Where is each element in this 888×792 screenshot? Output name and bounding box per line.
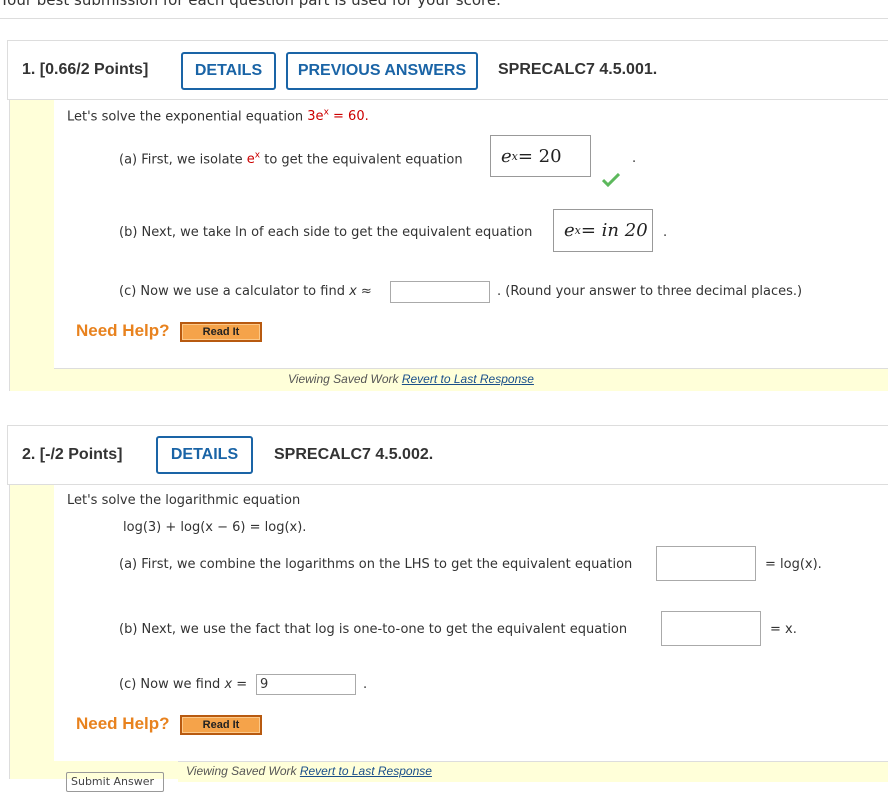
saved-work-note: Viewing Saved Work Revert to Last Respon… [186,764,432,778]
submit-answer-button[interactable]: Submit Answer [66,772,164,792]
check-icon [602,173,620,187]
equation: 3ex = 60. [307,108,369,125]
question-number: 1. [22,61,36,78]
details-button[interactable]: DETAILS [156,436,253,474]
part-a-text: (a) First, we combine the logarithms on … [119,557,633,572]
question-1-header: 1. [0.66/2 Points] DETAILS PREVIOUS ANSW… [7,40,888,100]
part-b-text: (b) Next, we use the fact that log is on… [119,622,628,637]
revert-link[interactable]: Revert to Last Response [300,764,432,778]
part-a-input[interactable] [656,546,756,581]
need-help-label: Need Help? [76,321,170,340]
divider [0,18,888,19]
part-b-answer[interactable]: ex = in 20 [553,209,653,252]
need-help-label: Need Help? [76,714,170,733]
previous-answers-button[interactable]: PREVIOUS ANSWERS [286,52,478,90]
part-b-text: (b) Next, we take ln of each side to get… [119,225,533,240]
question-code: SPRECALC7 4.5.001. [498,61,658,78]
rounding-note: . (Round your answer to three decimal pl… [497,284,803,299]
revert-link[interactable]: Revert to Last Response [402,372,534,386]
equation: log(3) + log(x − 6) = log(x). [123,520,307,535]
part-b-input[interactable] [661,611,761,646]
saved-work-note: Viewing Saved Work Revert to Last Respon… [288,372,534,386]
question-2-header: 2. [-/2 Points] DETAILS SPRECALC7 4.5.00… [7,425,888,485]
details-button[interactable]: DETAILS [181,52,276,90]
submission-note: Your best submission for each question p… [0,0,501,9]
question-number: 2. [22,446,36,463]
part-b-suffix: = x. [770,622,797,637]
question-points: [-/2 Points] [39,446,123,463]
part-a-text: (a) First, we isolate ex to get the equi… [119,151,463,168]
read-it-button[interactable]: Read It [180,715,262,735]
read-it-button[interactable]: Read It [180,322,262,342]
part-c-text: (c) Now we find x = [119,677,248,692]
question-intro: Let's solve the logarithmic equation [67,493,301,508]
part-a-suffix: = log(x). [765,557,822,572]
question-intro: Let's solve the exponential equation 3ex… [67,108,369,125]
question-code: SPRECALC7 4.5.002. [274,446,434,463]
part-c-text: (c) Now we use a calculator to find x ≈ [119,284,372,299]
part-c-input[interactable]: 9 [256,674,356,695]
part-a-answer[interactable]: ex = 20 [490,135,591,177]
part-c-input[interactable] [390,281,490,303]
question-points: [0.66/2 Points] [39,61,149,78]
question-2-body: Let's solve the logarithmic equation log… [9,485,888,792]
question-1-body: Let's solve the exponential equation 3ex… [9,100,888,391]
